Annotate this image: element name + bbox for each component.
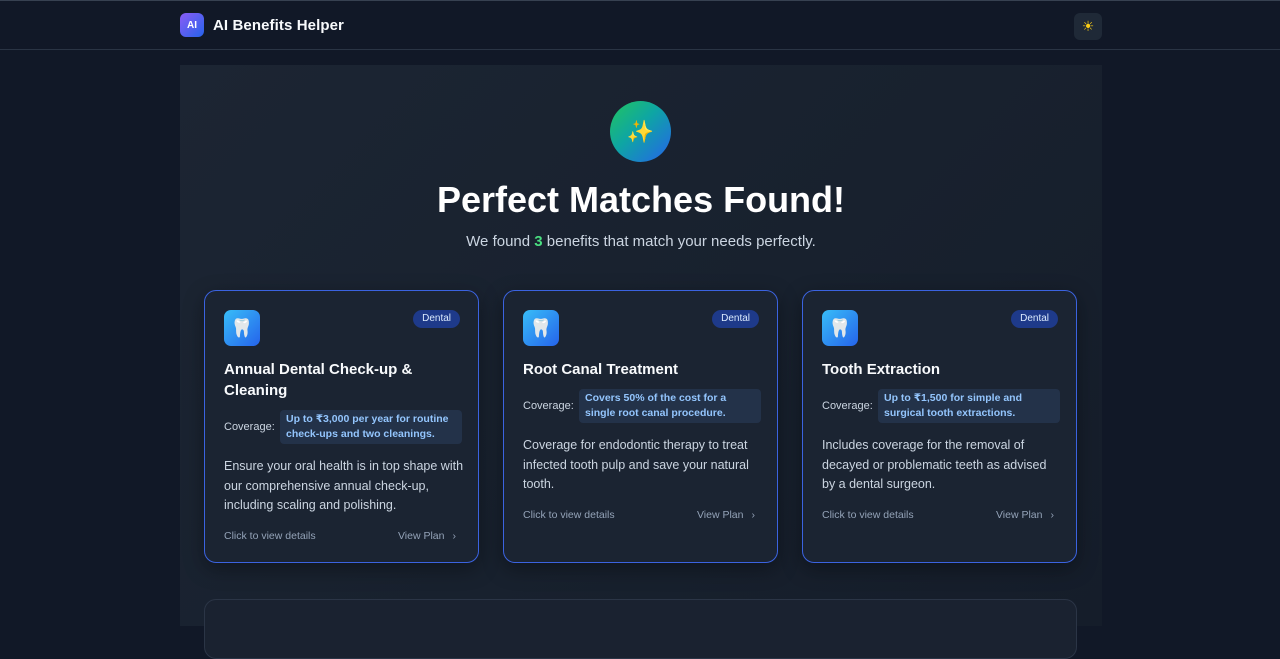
page-title: Perfect Matches Found! — [436, 179, 846, 220]
top-navbar: AI AI Benefits Helper ☀ — [0, 0, 1280, 50]
view-plan-label: View Plan — [696, 509, 744, 521]
subtitle-suffix: benefits that match your needs perfectly… — [542, 233, 816, 250]
tooth-icon: 🦷 — [822, 310, 858, 346]
sun-icon: ☀ — [1081, 18, 1095, 34]
view-details-hint: Click to view details — [822, 509, 914, 521]
benefit-description: Coverage for endodontic therapy to treat… — [523, 438, 749, 491]
view-plan-label: View Plan — [397, 530, 445, 542]
coverage-label: Coverage: — [822, 400, 873, 412]
results-subtitle: We found 3 benefits that match your need… — [180, 233, 1102, 250]
card-footer: Click to view details View Plan › — [822, 509, 1054, 521]
view-plan-link[interactable]: View Plan › — [996, 509, 1054, 521]
benefit-card-annual-checkup[interactable]: 🦷 Dental Annual Dental Check-up & Cleani… — [204, 290, 479, 563]
benefit-title: Annual Dental Check-up & Cleaning — [224, 361, 413, 399]
sparkles-icon: ✨ — [610, 101, 671, 162]
view-details-hint: Click to view details — [224, 530, 316, 542]
additional-section-card — [204, 599, 1077, 659]
theme-toggle-button[interactable]: ☀ — [1074, 13, 1102, 40]
chevron-right-icon: › — [452, 530, 457, 542]
card-footer: Click to view details View Plan › — [523, 509, 755, 521]
coverage-value: Up to ₹1,500 for simple and surgical too… — [878, 389, 1060, 423]
benefit-title: Tooth Extraction — [822, 361, 941, 378]
view-details-hint: Click to view details — [523, 509, 615, 521]
coverage-row: Coverage: Up to ₹3,000 per year for rout… — [224, 410, 462, 444]
results-panel: ✨ Perfect Matches Found! We found 3 bene… — [180, 65, 1102, 659]
view-plan-link[interactable]: View Plan › — [697, 509, 755, 521]
coverage-label: Coverage: — [224, 421, 275, 433]
view-plan-link[interactable]: View Plan › — [398, 530, 456, 542]
chevron-right-icon: › — [751, 509, 756, 521]
tooth-icon: 🦷 — [523, 310, 559, 346]
app-title: AI Benefits Helper — [213, 16, 344, 34]
brand[interactable]: AI AI Benefits Helper — [180, 13, 344, 37]
benefit-card-tooth-extraction[interactable]: 🦷 Dental Tooth Extraction Coverage: Up t… — [802, 290, 1077, 563]
tooth-icon: 🦷 — [224, 310, 260, 346]
view-plan-label: View Plan — [995, 509, 1043, 521]
coverage-label: Coverage: — [523, 400, 574, 412]
chevron-right-icon: › — [1050, 509, 1055, 521]
card-footer: Click to view details View Plan › — [224, 530, 456, 542]
coverage-value: Up to ₹3,000 per year for routine check-… — [280, 410, 462, 444]
coverage-value: Covers 50% of the cost for a single root… — [579, 389, 761, 423]
brand-logo: AI — [180, 13, 204, 37]
coverage-row: Coverage: Up to ₹1,500 for simple and su… — [822, 389, 1060, 423]
coverage-row: Coverage: Covers 50% of the cost for a s… — [523, 389, 761, 423]
match-count: 3 — [534, 233, 543, 250]
benefit-card-root-canal[interactable]: 🦷 Dental Root Canal Treatment Coverage: … — [503, 290, 778, 563]
category-badge: Dental — [712, 310, 759, 328]
benefit-description: Includes coverage for the removal of dec… — [822, 438, 1047, 491]
benefit-description: Ensure your oral health is in top shape … — [224, 459, 464, 512]
category-badge: Dental — [1011, 310, 1058, 328]
subtitle-prefix: We found — [466, 233, 535, 250]
category-badge: Dental — [413, 310, 460, 328]
benefit-title: Root Canal Treatment — [523, 361, 679, 378]
